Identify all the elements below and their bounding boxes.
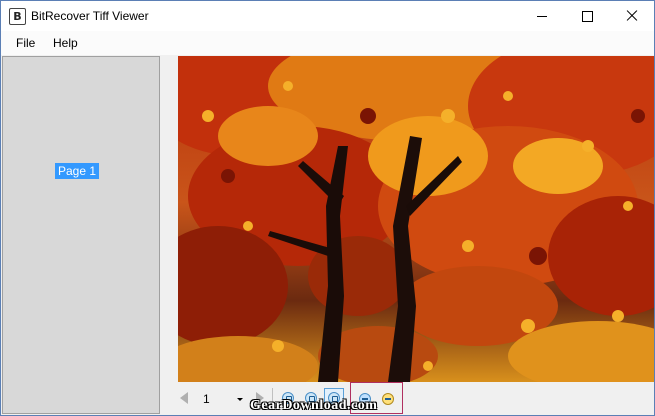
page-number-value: 1 <box>203 392 210 406</box>
previous-page-button[interactable] <box>180 392 188 404</box>
zoom-out-button[interactable] <box>378 389 398 409</box>
chevron-down-icon <box>237 397 243 401</box>
image-viewport[interactable] <box>178 56 654 382</box>
menu-help[interactable]: Help <box>53 36 78 50</box>
app-window: B BitRecover Tiff Viewer File Help Page … <box>0 0 655 416</box>
menu-file[interactable]: File <box>16 36 35 50</box>
title-bar[interactable]: B BitRecover Tiff Viewer <box>1 1 654 31</box>
maximize-icon <box>581 10 593 22</box>
close-button[interactable] <box>609 1 654 31</box>
app-icon: B <box>9 8 26 25</box>
page-number-dropdown[interactable]: 1 <box>196 390 246 408</box>
tiff-image <box>178 56 654 382</box>
minimize-icon <box>537 15 547 17</box>
page-toolbar: 1 <box>168 382 654 415</box>
watermark-logo: GearDownload.com <box>250 398 378 413</box>
window-title: BitRecover Tiff Viewer <box>31 9 149 23</box>
thumbnail-panel[interactable]: Page 1 <box>2 56 160 414</box>
minimize-button[interactable] <box>519 1 565 31</box>
thumbnail-page-1[interactable]: Page 1 <box>55 163 100 179</box>
close-icon <box>626 10 638 22</box>
zoom-out-icon <box>382 393 394 405</box>
menu-bar: File Help <box>1 31 654 55</box>
maximize-button[interactable] <box>564 1 610 31</box>
